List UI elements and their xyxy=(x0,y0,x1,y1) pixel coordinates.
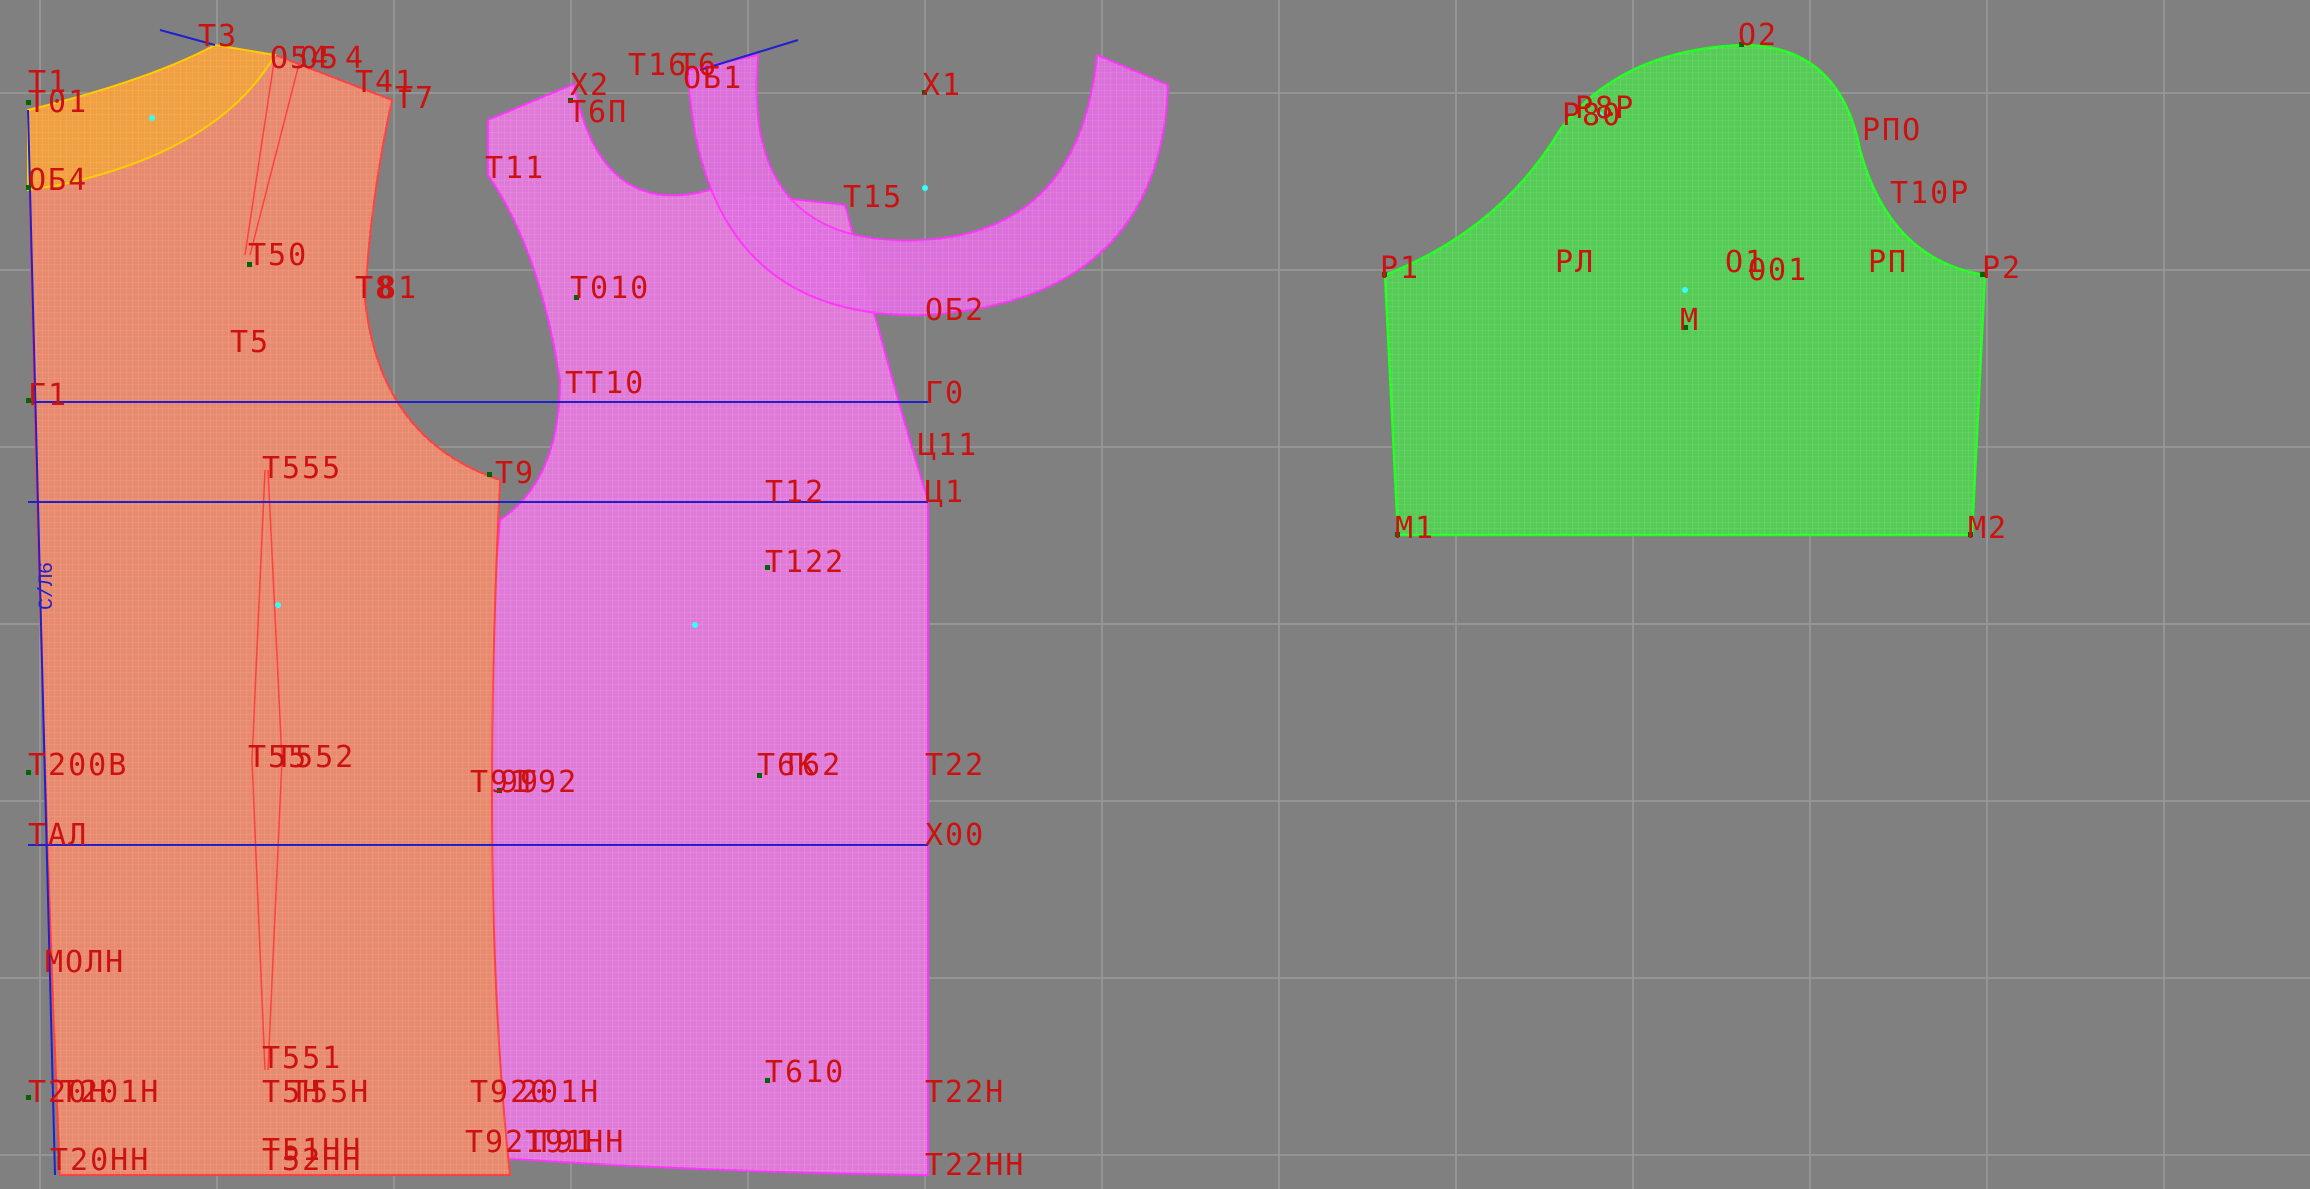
label-moln: MOЛH xyxy=(45,945,125,980)
label-t91n: T91 xyxy=(535,1125,595,1160)
label-t22: T22 xyxy=(925,748,985,783)
label-t200b: T200B xyxy=(28,748,128,783)
label-t555: T555 xyxy=(262,451,342,486)
label-ob2: OБ2 xyxy=(925,293,985,328)
label-t62: T62 xyxy=(782,748,842,783)
label-g0: Г0 xyxy=(925,376,965,411)
label-t10r: T10P xyxy=(1890,176,1970,211)
label-t22nn: T22HH xyxy=(925,1148,1025,1183)
label-m2: M2 xyxy=(1968,511,2008,546)
label-g1: Г1 xyxy=(28,378,68,413)
label-h1: X1 xyxy=(922,68,962,103)
label-ob1: OБ1 xyxy=(683,61,743,96)
label-t22n: T22H xyxy=(925,1075,1005,1110)
label-t52nn: T52HH xyxy=(262,1143,362,1178)
label-t610: T610 xyxy=(765,1055,845,1090)
pattern-canvas[interactable]: T1 T01 T3 O54 O5 4 T41 T7 OБ4 T50 T8 81 … xyxy=(0,0,2310,1189)
label-t122: T122 xyxy=(765,545,845,580)
label-tt10: TT10 xyxy=(565,366,645,401)
label-rpo: РПО xyxy=(1862,113,1922,148)
label-t3: T3 xyxy=(198,19,238,54)
label-t15: T15 xyxy=(843,180,903,215)
label-c11: Ц11 xyxy=(918,428,978,463)
label-m: M xyxy=(1680,303,1700,338)
label-rl: PЛ xyxy=(1555,245,1595,280)
label-t01: T01 xyxy=(28,85,88,120)
label-t551: T551 xyxy=(262,1041,342,1076)
label-rp: PП xyxy=(1868,245,1908,280)
label-o2: O2 xyxy=(1738,18,1778,53)
label-ob4: OБ4 xyxy=(28,163,88,198)
label-t7: T7 xyxy=(395,81,435,116)
fold-line-label: C/Л6 xyxy=(36,562,59,610)
label-t20nn: T20HH xyxy=(50,1143,150,1178)
back-bodice-piece[interactable] xyxy=(26,43,512,1176)
label-t010: T010 xyxy=(570,271,650,306)
label-t201n: T201H xyxy=(60,1075,160,1110)
label-o01: O01 xyxy=(1748,253,1808,288)
label-t50: T50 xyxy=(248,238,308,273)
label-t81: 81 xyxy=(378,271,418,306)
label-p8p: P8P xyxy=(1575,91,1635,126)
label-tal: TAЛ xyxy=(28,818,88,853)
label-c1: Ц1 xyxy=(925,475,965,510)
label-t9: T9 xyxy=(495,456,535,491)
label-t5: T5 xyxy=(230,325,270,360)
label-t92: T92 xyxy=(518,765,578,800)
label-m1: M1 xyxy=(1395,511,1435,546)
label-o5: O5 xyxy=(300,41,340,76)
label-t201h: 201H xyxy=(520,1075,600,1110)
label-t12: T12 xyxy=(765,475,825,510)
label-t552: T552 xyxy=(275,740,355,775)
label-r1: P1 xyxy=(1380,251,1420,286)
label-t11: T11 xyxy=(485,151,545,186)
label-h00: X00 xyxy=(925,818,985,853)
label-t6p: T6П xyxy=(568,95,628,130)
label-r2: P2 xyxy=(1982,251,2022,286)
label-t55n: T55H xyxy=(290,1075,370,1110)
